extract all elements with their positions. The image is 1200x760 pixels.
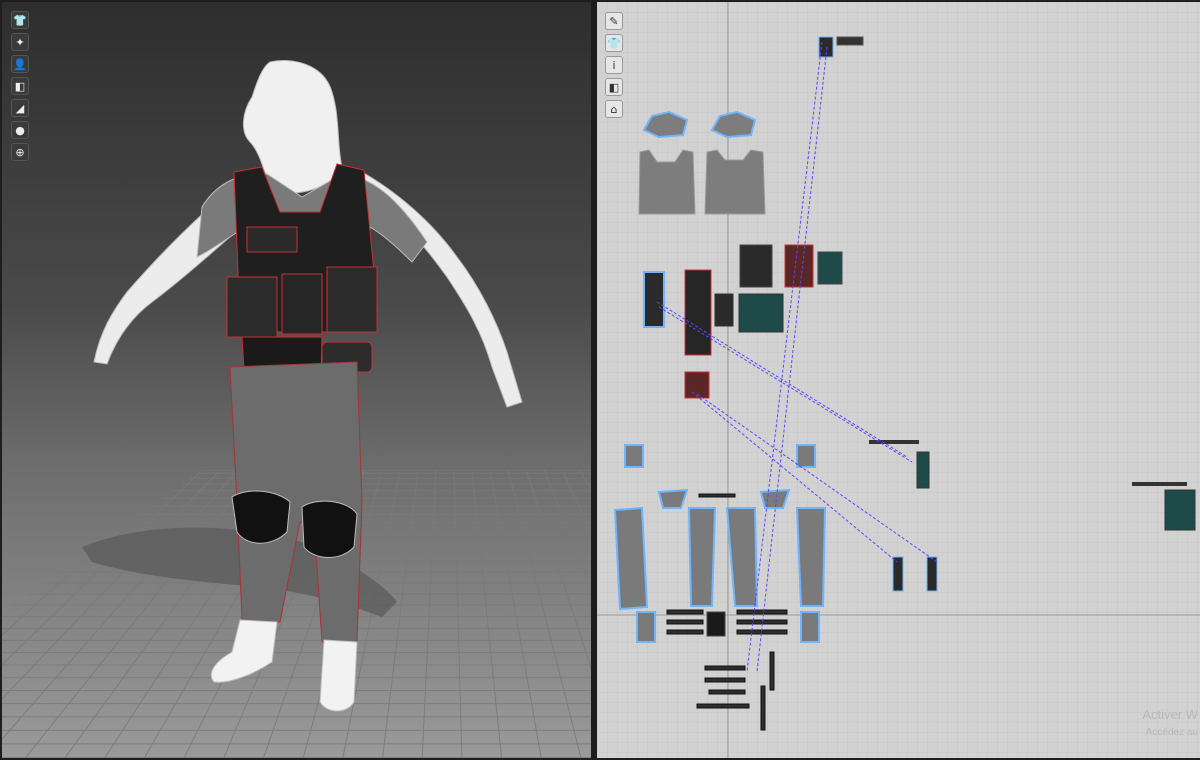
shading-icon[interactable]: ◢ xyxy=(11,99,29,117)
garment-icon[interactable]: 👕 xyxy=(11,11,29,29)
pattern-piece-belt xyxy=(706,611,726,637)
pattern-piece-pocket-right xyxy=(796,444,816,468)
pattern-piece-glove-left xyxy=(892,556,904,592)
pattern-piece-vest-d xyxy=(643,271,665,328)
pattern-piece-pocket-left xyxy=(624,444,644,468)
pattern-piece-hem-left xyxy=(636,611,656,643)
pattern-piece-glove-right xyxy=(926,556,938,592)
windows-activation-subtext: Accédez au xyxy=(1145,727,1198,738)
right-boot xyxy=(319,639,358,712)
pattern-piece-hem-right xyxy=(800,611,820,643)
pattern-piece-vest-b xyxy=(784,244,814,288)
vest-panel xyxy=(246,226,298,253)
right-knee-pad xyxy=(301,500,358,558)
2d-toolbar: ✎ 👕 i ◧ ⌂ xyxy=(605,12,623,122)
pattern-piece-waist-right xyxy=(759,488,791,509)
pattern-piece-trouser-4 xyxy=(795,507,827,607)
info-icon[interactable]: i xyxy=(605,56,623,74)
pattern-piece-trouser-2 xyxy=(687,507,717,607)
3d-viewport[interactable]: 👕 ✦ 👤 ◧ ◢ ● ⊕ xyxy=(2,2,591,758)
pattern-piece-trouser-1 xyxy=(613,506,649,611)
left-knee-pad xyxy=(231,490,291,544)
texture-icon[interactable]: ◧ xyxy=(605,78,623,96)
pattern-piece-top-b xyxy=(836,36,864,46)
3d-scene xyxy=(2,60,591,758)
avatar-joints-icon[interactable]: ✦ xyxy=(11,33,29,51)
vest-pouch-mid xyxy=(281,273,323,335)
pattern-piece-holster xyxy=(916,451,930,489)
avatar-skin-icon[interactable]: ● xyxy=(11,121,29,139)
pattern-piece-vest-e xyxy=(684,269,712,356)
vest-pouch-left xyxy=(226,276,278,338)
avatar-icon[interactable]: 👤 xyxy=(11,55,29,73)
pattern-piece-vest-c xyxy=(817,251,843,285)
globe-icon[interactable]: ⊕ xyxy=(11,143,29,161)
pattern-piece-vest-a xyxy=(739,244,773,288)
garment-icon[interactable]: 👕 xyxy=(605,34,623,52)
pattern-piece-vest-g xyxy=(714,293,734,327)
3d-toolbar: 👕 ✦ 👤 ◧ ◢ ● ⊕ xyxy=(11,11,29,165)
pattern-piece-waist-left xyxy=(657,488,689,509)
texture-icon[interactable]: ◧ xyxy=(11,77,29,95)
pattern-piece-far-right-strap xyxy=(1132,482,1187,486)
vest-pouch-right xyxy=(326,266,378,333)
pattern-piece-shirt-back xyxy=(704,149,766,215)
pen-icon[interactable]: ✎ xyxy=(605,12,623,30)
pattern-canvas xyxy=(597,2,1200,758)
2d-pattern-viewport[interactable]: ✎ 👕 i ◧ ⌂ Activer W Accédez au xyxy=(597,2,1200,758)
windows-activation-watermark: Activer W xyxy=(1142,707,1198,722)
arrangement-icon[interactable]: ⌂ xyxy=(605,100,623,118)
pattern-piece-vest-f xyxy=(738,293,784,333)
left-boot xyxy=(210,619,278,683)
pattern-piece-far-right xyxy=(1164,489,1196,531)
